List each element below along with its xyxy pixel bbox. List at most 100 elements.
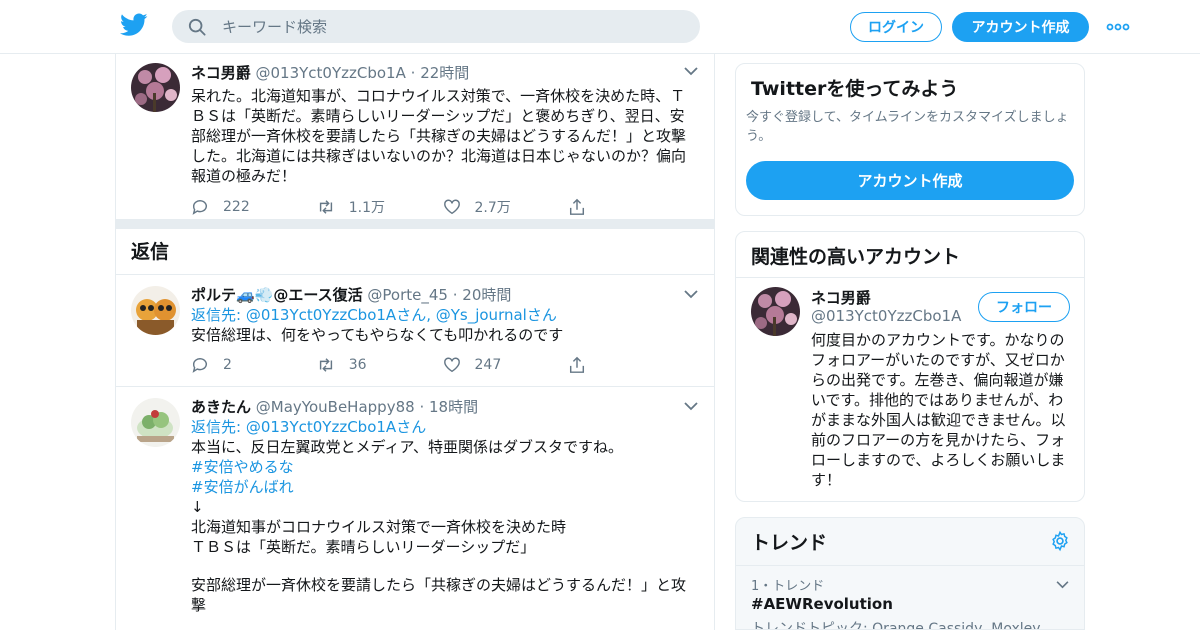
- trends-title: トレンド: [751, 532, 828, 554]
- reply-tweet[interactable]: ポルテ🚙💨@エース復活 @Porte_45 · 20時間 返信先: @013Yc…: [116, 275, 714, 387]
- follow-button[interactable]: フォロー: [978, 292, 1070, 322]
- trend-meta: 1・トレンド: [751, 579, 825, 594]
- timestamp[interactable]: 20時間: [462, 286, 511, 304]
- text-line: 安部総理が一斉休校を要請したら「共稼ぎの夫婦はどうするんだ！」と攻撃: [191, 576, 687, 614]
- main-timeline: ネコ男爵 @013Yct0YzzCbo1A · 22時間 呆れた。北海道知事が、…: [115, 54, 715, 630]
- reply-action[interactable]: 222: [191, 198, 317, 216]
- chevron-down-icon[interactable]: [1056, 580, 1069, 589]
- chevron-down-icon[interactable]: [684, 289, 698, 299]
- mention-link[interactable]: @013Yct0YzzCbo1A: [246, 306, 396, 324]
- text-line: ＴＢＳは「英断だ。素晴らしいリーダーシップだ」: [191, 538, 536, 556]
- reply-tweet[interactable]: あきたん @MayYouBeHappy88 · 18時間 返信先: @013Yc…: [116, 387, 714, 615]
- replies-section-title: 返信: [116, 229, 714, 275]
- more-options-icon[interactable]: [1106, 18, 1130, 36]
- account-name[interactable]: ネコ男爵: [811, 287, 871, 308]
- trend-name[interactable]: #AEWRevolution: [751, 595, 893, 613]
- avatar[interactable]: [131, 286, 180, 335]
- share-action[interactable]: [568, 356, 694, 374]
- signup-card-button[interactable]: アカウント作成: [746, 161, 1074, 200]
- share-action[interactable]: [568, 198, 694, 216]
- main-tweet[interactable]: ネコ男爵 @013Yct0YzzCbo1A · 22時間 呆れた。北海道知事が、…: [116, 54, 714, 219]
- reply-suffix: さん: [526, 306, 557, 324]
- reply-suffix: さん,: [396, 306, 436, 324]
- share-icon: [570, 356, 585, 373]
- retweet-action[interactable]: 1.1万: [317, 197, 443, 217]
- like-action[interactable]: 2.7万: [443, 197, 569, 217]
- tweet-header: ポルテ🚙💨@エース復活 @Porte_45 · 20時間: [191, 285, 694, 305]
- tweet-actions: 222 1.1万 2.7万: [191, 195, 694, 219]
- like-count: 2.7万: [474, 200, 511, 216]
- trends-card: トレンド 1・トレンド #AEWRevolution トレンドトピック: Ora…: [735, 517, 1085, 630]
- heart-icon: [443, 199, 460, 215]
- retweet-icon: [319, 200, 332, 214]
- text-line: 北海道知事がコロナウイルス対策で一斉休校を決めた時: [191, 518, 567, 536]
- tweet-text: 本当に、反日左翼政党とメディア、特亜関係はダブスタですね。 #安倍やめるな #安…: [191, 437, 694, 615]
- share-icon: [570, 198, 585, 215]
- search-icon: [188, 18, 206, 36]
- handle[interactable]: @Porte_45: [367, 286, 448, 304]
- like-action[interactable]: 247: [443, 356, 569, 374]
- avatar[interactable]: [131, 398, 180, 447]
- twitter-logo-icon[interactable]: [120, 13, 148, 37]
- avatar[interactable]: [131, 63, 180, 112]
- section-divider: [116, 219, 714, 229]
- reply-icon: [192, 358, 207, 373]
- retweet-icon: [319, 358, 332, 372]
- display-name[interactable]: あきたん: [191, 398, 251, 416]
- timestamp[interactable]: 22時間: [420, 64, 469, 82]
- heart-icon: [443, 357, 460, 373]
- settings-gear-icon[interactable]: [1049, 530, 1071, 552]
- tweet-header: ネコ男爵 @013Yct0YzzCbo1A · 22時間: [191, 63, 694, 83]
- related-card-title: 関連性の高いアカウント: [751, 246, 961, 268]
- account-bio: 何度目かのアカウントです。かなりのフォロアーがいたのですが、又ゼロからの出発です…: [811, 331, 1066, 489]
- text-line: ↓: [191, 498, 204, 516]
- card-divider: [736, 277, 1084, 278]
- reply-context: 返信先: @013Yct0YzzCbo1Aさん: [191, 417, 694, 437]
- tweet-header: あきたん @MayYouBeHappy88 · 18時間: [191, 397, 694, 417]
- reply-action[interactable]: 2: [191, 356, 317, 374]
- reply-context: 返信先: @013Yct0YzzCbo1Aさん, @Ys_journalさん: [191, 305, 694, 325]
- top-bar: ログイン アカウント作成: [0, 0, 1200, 54]
- reply-count: 2: [223, 357, 232, 373]
- related-accounts-card: 関連性の高いアカウント ネコ男爵 @013Yct0YzzCbo1A フォロー 何…: [735, 231, 1085, 502]
- tweet-actions: 2 36 247: [191, 353, 694, 377]
- reply-count: 222: [223, 199, 250, 215]
- account-handle[interactable]: @013Yct0YzzCbo1A: [811, 307, 961, 325]
- display-name[interactable]: ポルテ🚙💨@エース復活: [191, 286, 363, 304]
- search-bar[interactable]: [172, 10, 700, 43]
- handle[interactable]: @013Yct0YzzCbo1A: [255, 64, 405, 82]
- chevron-down-icon[interactable]: [684, 401, 698, 411]
- separator-dot: ·: [419, 398, 425, 416]
- tweet-text: 呆れた。北海道知事が、コロナウイルス対策で、一斉休校を決めた時、ＴＢＳは「英断だ…: [191, 87, 687, 185]
- separator-dot: ·: [410, 64, 416, 82]
- display-name[interactable]: ネコ男爵: [191, 64, 251, 82]
- chevron-down-icon[interactable]: [684, 66, 698, 76]
- handle[interactable]: @MayYouBeHappy88: [256, 398, 415, 416]
- hashtag-link[interactable]: #安倍がんばれ: [191, 477, 694, 497]
- avatar[interactable]: [751, 287, 800, 336]
- signup-card-description: 今すぐ登録して、タイムラインをカスタマイズしましょう。: [746, 110, 1069, 144]
- trend-item[interactable]: 1・トレンド #AEWRevolution トレンドトピック: Orange C…: [736, 566, 1084, 630]
- reply-suffix: さん: [396, 418, 427, 436]
- signup-card: Twitterを使ってみよう 今すぐ登録して、タイムラインをカスタマイズしましょ…: [735, 63, 1085, 216]
- reply-icon: [192, 200, 207, 215]
- separator-dot: ·: [452, 286, 458, 304]
- like-count: 247: [474, 357, 502, 373]
- login-button[interactable]: ログイン: [850, 12, 942, 42]
- signup-card-title: Twitterを使ってみよう: [751, 78, 959, 100]
- hashtag-link[interactable]: #安倍やめるな: [191, 457, 694, 477]
- search-input[interactable]: [222, 17, 662, 36]
- retweet-action[interactable]: 36: [317, 356, 443, 374]
- mention-link[interactable]: @Ys_journal: [436, 306, 527, 324]
- trend-topics: トレンドトピック: Orange Cassidy, Moxley,: [751, 621, 1045, 630]
- reply-prefix: 返信先:: [191, 306, 246, 324]
- signup-button[interactable]: アカウント作成: [952, 12, 1089, 42]
- retweet-count: 36: [348, 357, 367, 373]
- retweet-count: 1.1万: [348, 200, 386, 216]
- timestamp[interactable]: 18時間: [429, 398, 478, 416]
- mention-link[interactable]: @013Yct0YzzCbo1A: [246, 418, 396, 436]
- reply-prefix: 返信先:: [191, 418, 246, 436]
- text-line: 本当に、反日左翼政党とメディア、特亜関係はダブスタですね。: [191, 438, 624, 456]
- tweet-text: 安倍総理は、何をやってもやらなくても叩かれるのです: [191, 326, 564, 344]
